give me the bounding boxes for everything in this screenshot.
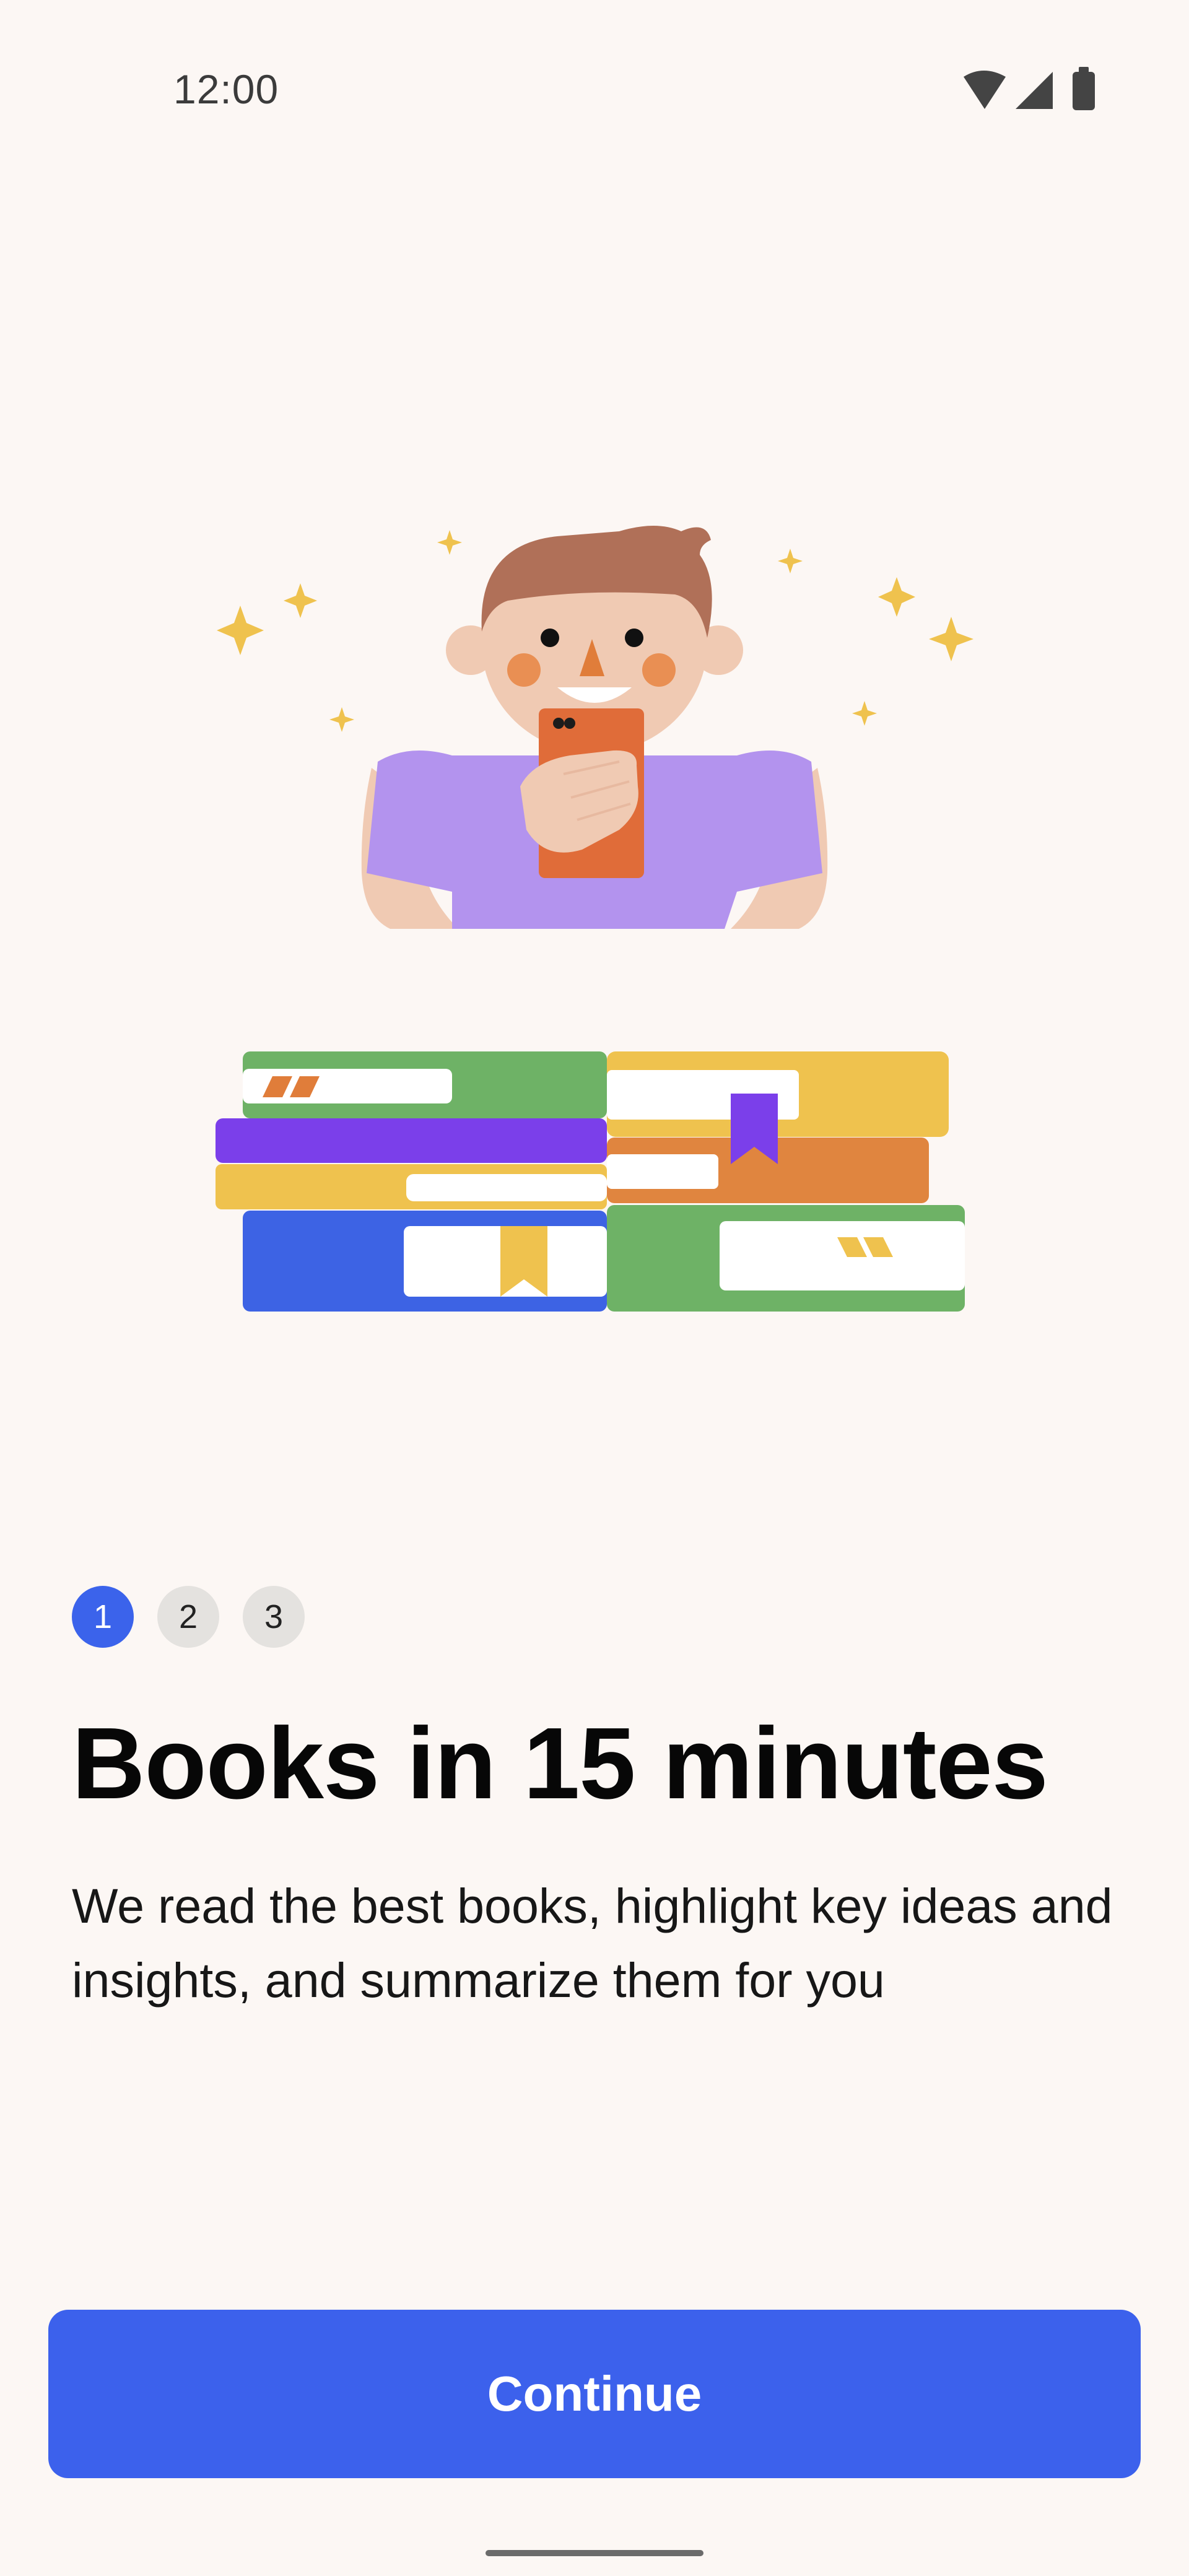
book-stack (216, 1051, 965, 1312)
cellular-signal-icon (1016, 72, 1053, 109)
continue-button[interactable]: Continue (48, 2310, 1141, 2478)
step-indicator-2: 2 (157, 1586, 219, 1648)
page-subtitle: We read the best books, highlight key id… (72, 1878, 1113, 2008)
wifi-icon (964, 71, 1006, 109)
status-time: 12:00 (173, 66, 279, 112)
onboarding-stepper: 1 2 3 (72, 1586, 305, 1648)
step-indicator-3: 3 (243, 1586, 305, 1648)
home-indicator[interactable] (486, 2550, 703, 2556)
page-title: Books in 15 minutes (72, 1707, 1048, 1820)
status-bar: 12:00 (0, 0, 1189, 180)
person-figure (361, 526, 828, 929)
status-icons (964, 67, 1095, 110)
onboarding-illustration (216, 526, 973, 1312)
battery-icon (1073, 67, 1095, 110)
step-indicator-1: 1 (72, 1586, 134, 1648)
